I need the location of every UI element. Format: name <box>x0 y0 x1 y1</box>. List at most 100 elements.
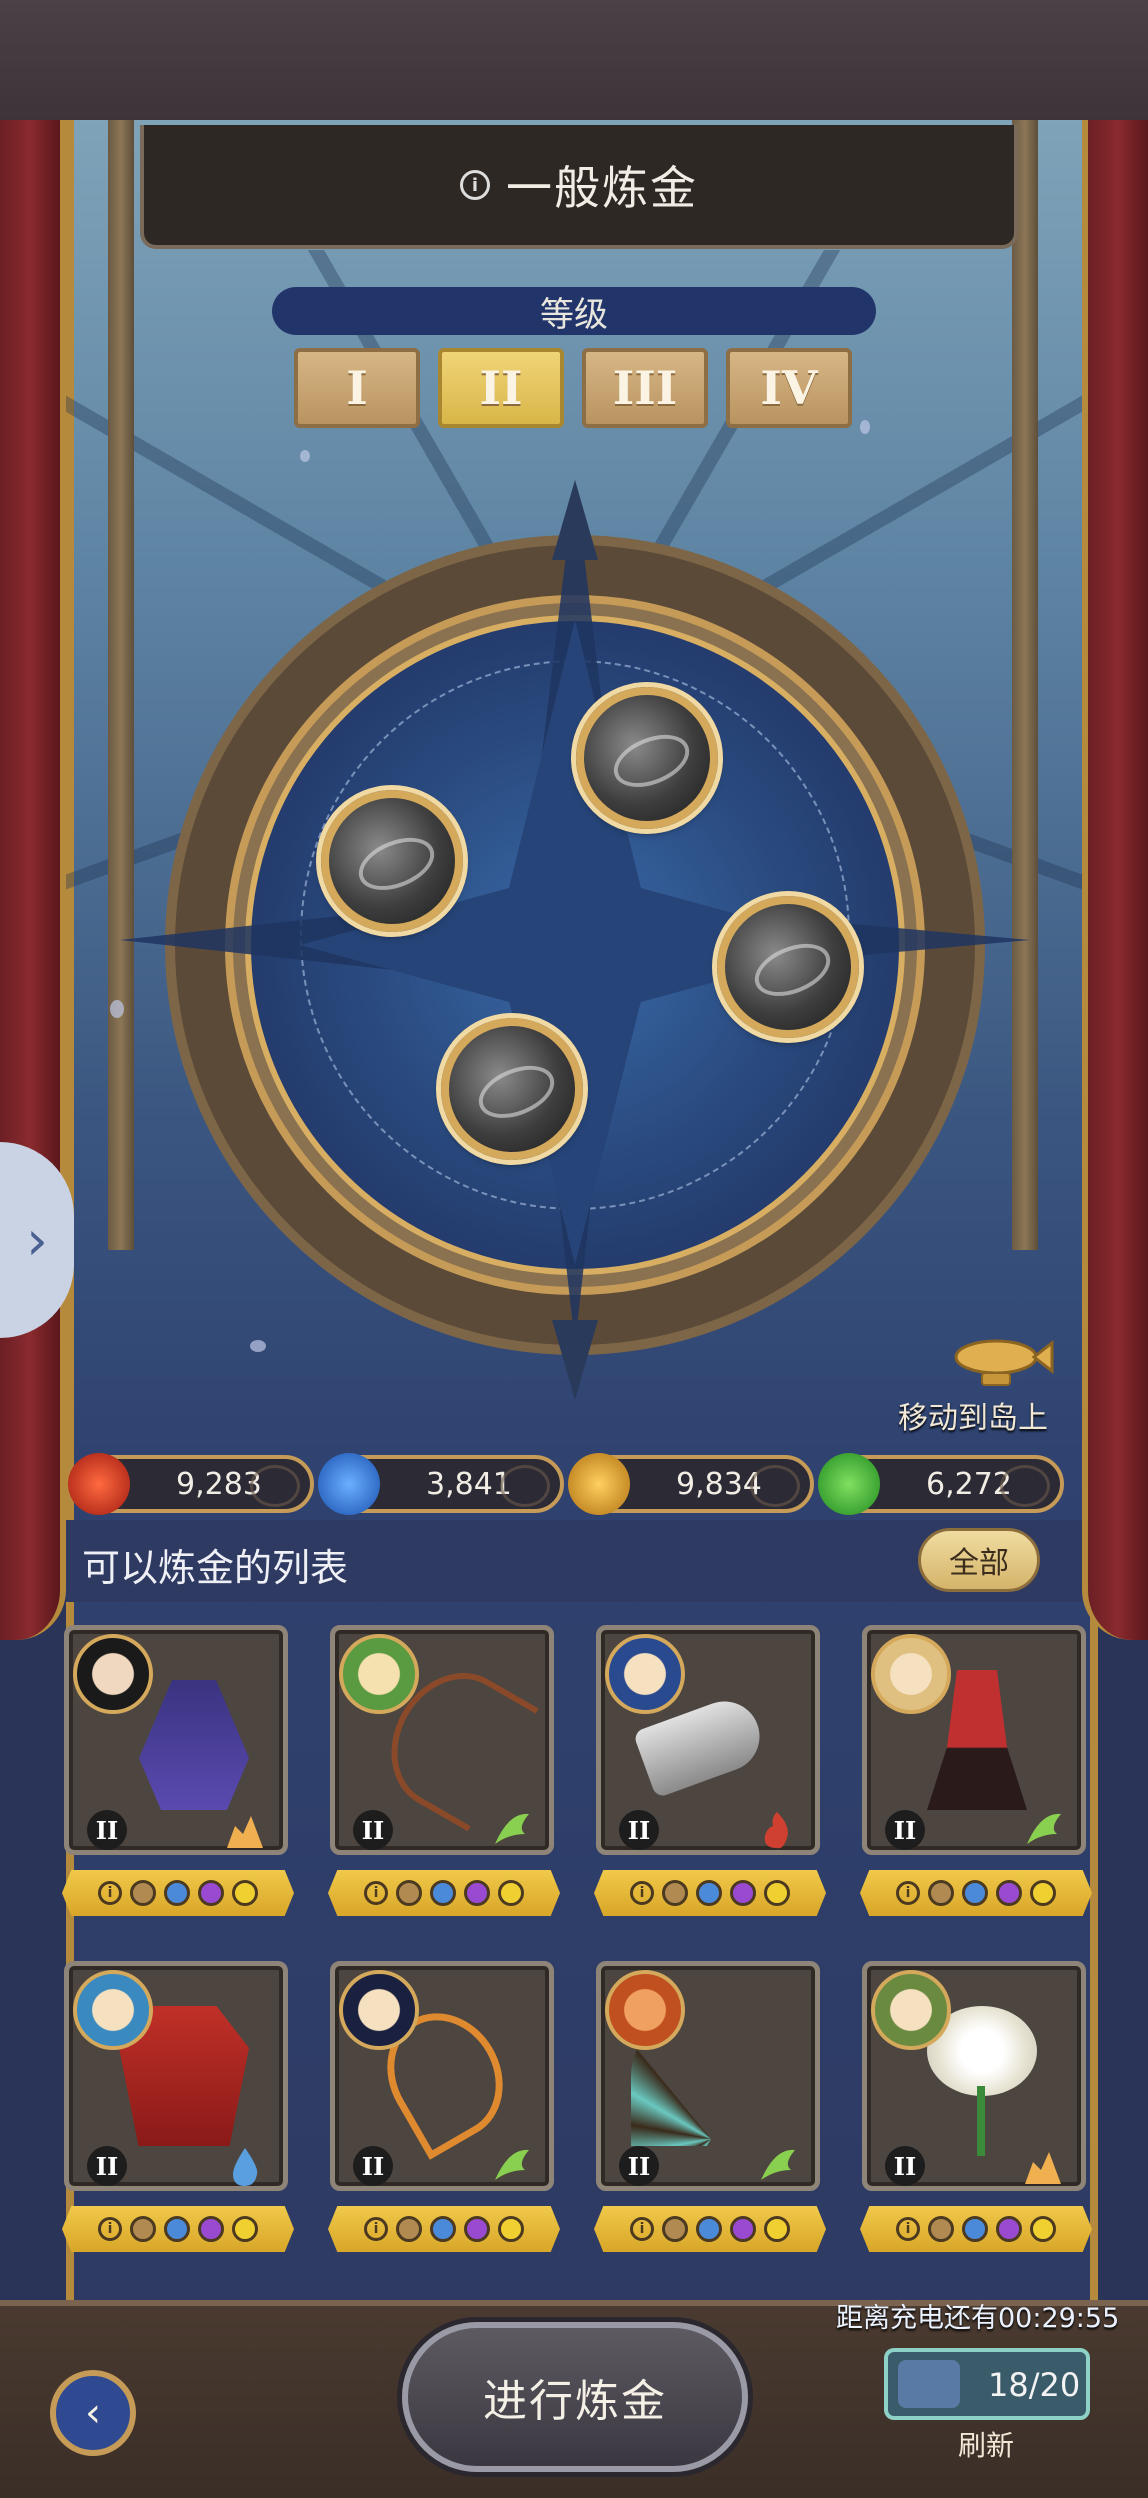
purple-material-icon <box>730 2216 756 2242</box>
gold-material-icon <box>764 1880 790 1906</box>
alchemy-slot-orb-4[interactable] <box>441 1018 583 1160</box>
material-bar[interactable]: i <box>328 2206 560 2252</box>
resource-red: 9,283 <box>68 1453 314 1515</box>
airship-icon[interactable] <box>948 1335 1056 1391</box>
sparkle-particle <box>250 1340 266 1352</box>
alchemy-list-title: 可以炼金的列表 <box>82 1546 349 1590</box>
gold-material-icon <box>232 2216 258 2242</box>
tier-badge: II <box>885 1810 925 1850</box>
blue-material-icon <box>164 1880 190 1906</box>
alchemy-item-card[interactable]: II i <box>328 1961 560 2291</box>
chevron-right-icon: › <box>26 1208 48 1272</box>
tier-badge: II <box>885 2146 925 2186</box>
bronze-material-icon <box>662 1880 688 1906</box>
bronze-material-icon <box>662 2216 688 2242</box>
blue-material-icon <box>430 1880 456 1906</box>
info-icon[interactable]: i <box>630 2217 654 2241</box>
info-icon[interactable]: i <box>364 2217 388 2241</box>
tier-badge: II <box>619 2146 659 2186</box>
info-icon[interactable]: i <box>364 1881 388 1905</box>
wind-element-icon <box>495 2149 529 2180</box>
water-element-icon <box>233 2148 258 2186</box>
alchemy-item-card[interactable]: II i <box>594 1961 826 2291</box>
bronze-material-icon <box>928 1880 954 1906</box>
compass-star-icon <box>120 480 1030 1400</box>
back-button[interactable]: ‹ <box>50 2370 136 2456</box>
resource-gold-value: 9,834 <box>676 1467 762 1502</box>
energy-counter[interactable]: 18/20 <box>884 2348 1090 2420</box>
energy-count: 18/20 <box>988 2366 1081 2404</box>
gold-gem-icon <box>568 1453 630 1515</box>
red-gem-icon <box>68 1453 130 1515</box>
purple-material-icon <box>464 1880 490 1906</box>
blue-material-icon <box>696 2216 722 2242</box>
fire-element-icon <box>764 1812 788 1849</box>
alchemy-slot-orb-1[interactable] <box>576 687 718 829</box>
alchemy-item-card[interactable]: II i <box>594 1625 826 1955</box>
material-bar[interactable]: i <box>860 1870 1092 1916</box>
tier-badge: II <box>87 2146 127 2186</box>
resource-blue-value: 3,841 <box>426 1467 512 1502</box>
material-bar[interactable]: i <box>594 1870 826 1916</box>
alchemy-item-card[interactable]: II i <box>62 1625 294 1955</box>
resource-blue: 3,841 <box>318 1453 564 1515</box>
tier-badge: II <box>353 1810 393 1850</box>
purple-material-icon <box>730 1880 756 1906</box>
chevron-left-icon: ‹ <box>85 2390 101 2436</box>
resource-gold: 9,834 <box>568 1453 814 1515</box>
charge-timer: 距离充电还有00:29:55 <box>836 2303 1120 2334</box>
tier-badge: II <box>353 2146 393 2186</box>
purple-material-icon <box>996 1880 1022 1906</box>
blue-gem-icon <box>318 1453 380 1515</box>
earth-element-icon <box>227 1816 263 1848</box>
material-bar[interactable]: i <box>328 1870 560 1916</box>
tier-badge: II <box>619 1810 659 1850</box>
wind-element-icon <box>495 1813 529 1844</box>
purple-material-icon <box>198 1880 224 1906</box>
bronze-material-icon <box>928 2216 954 2242</box>
material-bar[interactable]: i <box>594 2206 826 2252</box>
robe-item-art <box>139 1680 249 1810</box>
character-avatar <box>871 1970 951 2050</box>
alchemy-item-card[interactable]: II i <box>328 1625 560 1955</box>
filter-all-button[interactable]: 全部 <box>918 1528 1040 1592</box>
alchemy-slot-orb-3[interactable] <box>717 896 859 1038</box>
move-to-island-label[interactable]: 移动到岛上 <box>898 1393 1048 1437</box>
earth-element-icon <box>1025 2152 1061 2184</box>
blue-material-icon <box>696 1880 722 1906</box>
info-icon[interactable]: i <box>98 1881 122 1905</box>
purple-material-icon <box>198 2216 224 2242</box>
gold-material-icon <box>764 2216 790 2242</box>
bronze-material-icon <box>396 1880 422 1906</box>
info-icon[interactable]: i <box>896 2217 920 2241</box>
tier-badge: II <box>87 1810 127 1850</box>
resource-green-value: 6,272 <box>926 1467 1012 1502</box>
gold-material-icon <box>232 1880 258 1906</box>
character-avatar <box>605 1634 685 1714</box>
material-bar[interactable]: i <box>62 2206 294 2252</box>
alchemy-item-card[interactable]: II i <box>860 1625 1092 1955</box>
gold-material-icon <box>1030 2216 1056 2242</box>
bronze-material-icon <box>130 2216 156 2242</box>
blue-material-icon <box>164 2216 190 2242</box>
purple-material-icon <box>464 2216 490 2242</box>
info-icon[interactable]: i <box>630 1881 654 1905</box>
gold-material-icon <box>1030 1880 1056 1906</box>
purple-material-icon <box>996 2216 1022 2242</box>
blue-material-icon <box>430 2216 456 2242</box>
character-avatar <box>339 1634 419 1714</box>
refresh-label[interactable]: 刷新 <box>958 2424 1014 2464</box>
material-bar[interactable]: i <box>62 1870 294 1916</box>
sparkle-particle <box>860 420 870 434</box>
start-alchemy-button[interactable]: 进行炼金 <box>402 2322 748 2472</box>
resource-green: 6,272 <box>818 1453 1064 1515</box>
alchemy-item-card[interactable]: II i <box>62 1961 294 2291</box>
alchemy-item-card[interactable]: II i <box>860 1961 1092 2291</box>
info-icon[interactable]: i <box>896 1881 920 1905</box>
alchemy-slot-orb-2[interactable] <box>321 790 463 932</box>
character-avatar <box>339 1970 419 2050</box>
material-bar[interactable]: i <box>860 2206 1092 2252</box>
resource-bar: 9,283 3,841 9,834 6,272 <box>68 1453 1064 1515</box>
info-icon[interactable]: i <box>98 2217 122 2241</box>
bronze-material-icon <box>396 2216 422 2242</box>
